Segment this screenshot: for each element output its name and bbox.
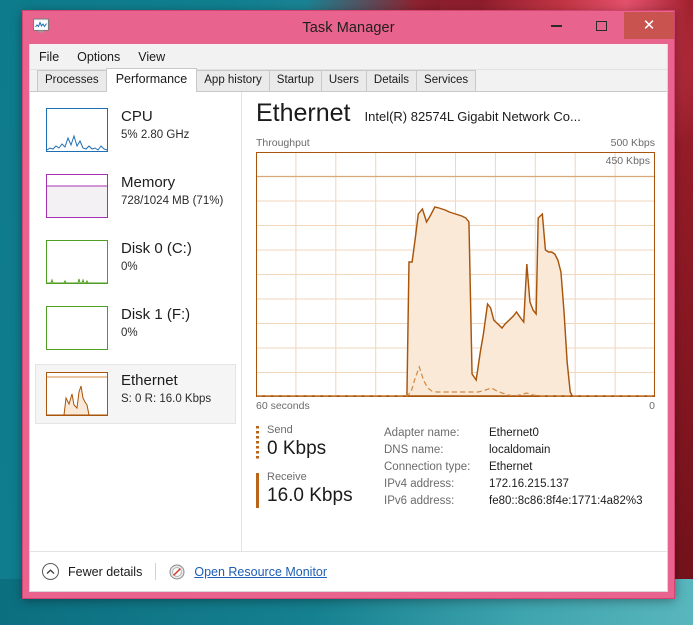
info-value: Ethernet0 (489, 427, 539, 439)
minimize-button[interactable] (534, 12, 579, 39)
disk0-mini-graph (46, 240, 108, 284)
info-row: Adapter name: Ethernet0 (384, 425, 655, 442)
panel-header: Ethernet Intel(R) 82574L Gigabit Network… (256, 101, 655, 126)
info-row: Connection type: Ethernet (384, 459, 655, 476)
sidebar-item-title: Disk 0 (C:) (121, 240, 192, 257)
sidebar-item-text: Disk 1 (F:) 0% (121, 306, 190, 341)
send-value: 0 Kbps (267, 438, 327, 460)
receive-stat: Receive 16.0 Kbps (256, 471, 368, 508)
throughput-graph-svg (256, 152, 655, 397)
footer-divider (155, 563, 157, 580)
sidebar-item-sub: 0% (121, 260, 138, 273)
tab-users[interactable]: Users (320, 70, 367, 91)
axis-label-right: 0 (649, 400, 655, 412)
open-resource-monitor-link[interactable]: Open Resource Monitor (194, 565, 327, 579)
receive-marker-icon (256, 472, 259, 508)
close-icon: ✕ (642, 17, 656, 34)
sidebar-item-text: Memory 728/1024 MB (71%) (121, 174, 223, 209)
menu-options[interactable]: Options (77, 50, 120, 64)
tab-startup[interactable]: Startup (268, 70, 322, 91)
menu-bar: File Options View (30, 44, 667, 70)
sidebar-item-cpu[interactable]: CPU 5% 2.80 GHz (35, 100, 236, 160)
page-title: Ethernet (256, 99, 351, 127)
cpu-mini-graph (46, 108, 108, 152)
disk1-mini-graph (46, 306, 108, 350)
info-value: 172.16.215.137 (489, 478, 569, 490)
memory-mini-graph (46, 174, 108, 218)
sidebar-item-text: CPU 5% 2.80 GHz (121, 108, 189, 143)
close-button[interactable]: ✕ (624, 12, 674, 39)
throughput-graph: 450 Kbps (256, 152, 655, 397)
title-bar: Task Manager ✕ (23, 11, 674, 44)
info-value: fe80::8c86:8f4e:1771:4a82%3 (489, 495, 643, 507)
sidebar-item-text: Disk 0 (C:) 0% (121, 240, 192, 275)
sidebar-item-sub: S: 0 R: 16.0 Kbps (121, 392, 212, 405)
sidebar-item-text: Ethernet S: 0 R: 16.0 Kbps (121, 372, 211, 407)
receive-value: 16.0 Kbps (267, 485, 353, 507)
performance-page: CPU 5% 2.80 GHz Memory 728/1024 MB (71%) (30, 92, 667, 551)
sidebar-item-title: Memory (121, 174, 176, 191)
tab-performance[interactable]: Performance (105, 68, 198, 92)
info-value: Ethernet (489, 461, 533, 473)
graph-caption-row: Throughput 500 Kbps (256, 137, 655, 149)
sidebar-item-disk0[interactable]: Disk 0 (C:) 0% (35, 232, 236, 292)
sidebar-item-ethernet[interactable]: Ethernet S: 0 R: 16.0 Kbps (35, 364, 236, 424)
graph-max-label: 500 Kbps (610, 137, 655, 149)
info-key: IPv4 address: (384, 478, 455, 490)
sidebar-item-sub: 0% (121, 326, 138, 339)
tab-services[interactable]: Services (416, 70, 477, 91)
sidebar-item-disk1[interactable]: Disk 1 (F:) 0% (35, 298, 236, 358)
receive-label: Receive (267, 470, 307, 483)
info-row: IPv6 address: fe80::8c86:8f4e:1771:4a82%… (384, 493, 655, 510)
receive-stat-text: Receive 16.0 Kbps (267, 471, 353, 508)
info-row: IPv4 address: 172.16.215.137 (384, 476, 655, 493)
footer-bar: Fewer details Open Resource Monitor (30, 551, 667, 591)
graph-label: Throughput (256, 137, 310, 149)
menu-view[interactable]: View (138, 50, 165, 64)
sidebar-item-title: CPU (121, 108, 153, 125)
info-key: Adapter name: (384, 427, 460, 439)
sidebar-item-title: Ethernet (121, 372, 178, 389)
adapter-info-list: Adapter name: Ethernet0 DNS name: locald… (384, 424, 655, 518)
task-manager-window: Task Manager ✕ File Options View Process… (22, 10, 675, 599)
tab-strip: Processes Performance App history Startu… (30, 68, 667, 92)
tab-app-history[interactable]: App history (196, 70, 270, 91)
tab-processes[interactable]: Processes (37, 70, 107, 91)
throughput-legend: Send 0 Kbps Receive 16.0 Kbps (256, 424, 368, 518)
resource-sidebar: CPU 5% 2.80 GHz Memory 728/1024 MB (71%) (30, 92, 242, 551)
axis-label-left: 60 seconds (256, 400, 310, 412)
fewer-details-button[interactable] (42, 563, 59, 580)
maximize-button[interactable] (579, 12, 624, 39)
send-stat-text: Send 0 Kbps (267, 424, 326, 461)
fewer-details-label[interactable]: Fewer details (68, 565, 142, 579)
minimize-icon (551, 24, 562, 27)
stats-section: Send 0 Kbps Receive 16.0 Kbps Adapter na… (256, 424, 655, 518)
ethernet-detail-panel: Ethernet Intel(R) 82574L Gigabit Network… (242, 92, 667, 551)
maximize-icon (596, 20, 607, 31)
adapter-description: Intel(R) 82574L Gigabit Network Co... (364, 109, 581, 124)
info-key: IPv6 address: (384, 495, 455, 507)
info-row: DNS name: localdomain (384, 442, 655, 459)
window-controls: ✕ (534, 11, 674, 44)
send-marker-icon (256, 426, 259, 461)
ethernet-mini-graph (46, 372, 108, 416)
info-key: DNS name: (384, 444, 444, 456)
sidebar-item-sub: 728/1024 MB (71%) (121, 194, 224, 207)
graph-axis-labels: 60 seconds 0 (256, 400, 655, 412)
sidebar-item-memory[interactable]: Memory 728/1024 MB (71%) (35, 166, 236, 226)
task-manager-icon (33, 18, 49, 33)
tab-details[interactable]: Details (365, 70, 418, 91)
window-client-area: File Options View Processes Performance … (29, 44, 668, 592)
info-value: localdomain (489, 444, 551, 456)
send-stat: Send 0 Kbps (256, 424, 368, 461)
info-key: Connection type: (384, 461, 471, 473)
sidebar-item-title: Disk 1 (F:) (121, 306, 191, 323)
menu-file[interactable]: File (39, 50, 59, 64)
sidebar-item-sub: 5% 2.80 GHz (121, 128, 190, 141)
chevron-up-icon (46, 568, 55, 574)
graph-inline-max-label: 450 Kbps (605, 155, 650, 167)
resource-monitor-icon (169, 564, 185, 579)
send-label: Send (267, 424, 293, 436)
